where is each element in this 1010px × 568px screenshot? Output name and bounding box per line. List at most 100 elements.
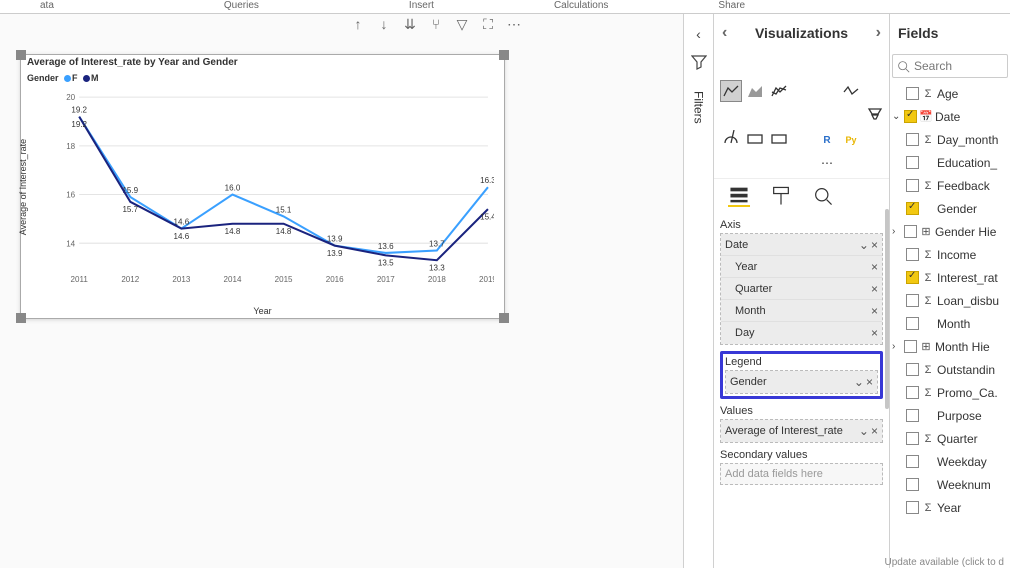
viz-type-icon[interactable] <box>840 80 862 102</box>
axis-well-item[interactable]: Quarter× <box>721 278 882 300</box>
viz-type-icon[interactable] <box>744 104 766 126</box>
chevron-down-icon[interactable]: ⌄ <box>854 375 864 389</box>
field-item[interactable]: Weekday <box>890 450 1010 473</box>
field-item[interactable]: ΣYear <box>890 496 1010 519</box>
viz-type-icon[interactable] <box>720 80 742 102</box>
viz-type-icon[interactable] <box>816 104 838 126</box>
field-group[interactable]: ›⊞Gender Hie <box>890 220 1010 243</box>
viz-type-icon[interactable] <box>744 80 766 102</box>
report-canvas[interactable]: ↑ ↓ ⇊ ⑂ ▽ ⛶ ⋯ Average of Interest_rate b… <box>0 14 684 568</box>
field-item[interactable]: Month <box>890 312 1010 335</box>
ribbon-tab[interactable]: ata <box>40 0 54 13</box>
ribbon-tab[interactable]: Insert <box>409 0 434 13</box>
field-checkbox[interactable] <box>904 225 917 238</box>
expand-down-icon[interactable]: ⇊ <box>402 16 418 32</box>
remove-icon[interactable]: × <box>871 326 878 340</box>
field-item[interactable]: ΣInterest_rat <box>890 266 1010 289</box>
filters-funnel-icon[interactable] <box>691 54 707 73</box>
focus-icon[interactable]: ⛶ <box>480 16 496 32</box>
ribbon-tab[interactable]: Queries <box>224 0 259 13</box>
values-well[interactable]: Average of Interest_rate ⌄× <box>720 419 883 443</box>
viz-type-icon[interactable]: 123 <box>744 128 766 150</box>
expand-chevron-icon[interactable]: ‹ <box>696 26 701 42</box>
field-checkbox[interactable] <box>906 317 919 330</box>
fields-search-input[interactable]: Search <box>892 54 1008 78</box>
field-item[interactable]: Education_ <box>890 151 1010 174</box>
filter-icon[interactable]: ▽ <box>454 16 470 32</box>
field-item[interactable]: ΣLoan_disbu <box>890 289 1010 312</box>
values-well-item[interactable]: Average of Interest_rate ⌄× <box>721 420 882 442</box>
axis-well[interactable]: Date ⌄× Year×Quarter×Month×Day× <box>720 233 883 345</box>
secondary-values-well[interactable]: Add data fields here <box>720 463 883 485</box>
field-checkbox[interactable] <box>906 248 919 261</box>
viz-type-icon[interactable] <box>792 104 814 126</box>
drill-down-icon[interactable]: ↓ <box>376 16 392 32</box>
viz-type-icon[interactable]: ⋯ <box>816 152 838 174</box>
branch-icon[interactable]: ⑂ <box>428 16 444 32</box>
axis-well-item[interactable]: Year× <box>721 256 882 278</box>
field-item[interactable]: ΣQuarter <box>890 427 1010 450</box>
field-checkbox[interactable] <box>906 386 919 399</box>
remove-icon[interactable]: × <box>871 282 878 296</box>
viz-type-icon[interactable]: Py <box>840 128 862 150</box>
filters-pane-label[interactable]: Filters <box>692 91 706 124</box>
format-mode-icon[interactable] <box>770 185 792 207</box>
field-checkbox[interactable] <box>906 478 919 491</box>
viz-type-icon[interactable] <box>768 128 790 150</box>
viz-type-icon[interactable] <box>720 152 742 174</box>
field-group[interactable]: ›⊞Month Hie <box>890 335 1010 358</box>
remove-icon[interactable]: × <box>871 424 878 438</box>
expand-chevron-icon[interactable]: › <box>876 24 881 42</box>
viz-type-icon[interactable] <box>792 152 814 174</box>
field-item[interactable]: ΣAge <box>890 82 1010 105</box>
status-bar[interactable]: Update available (click to d <box>884 557 1004 568</box>
viz-type-icon[interactable]: R <box>816 128 838 150</box>
viz-type-icon[interactable] <box>744 56 766 78</box>
viz-type-icon[interactable] <box>816 80 838 102</box>
viz-type-icon[interactable] <box>768 56 790 78</box>
line-chart-visual[interactable]: Average of Interest_rate by Year and Gen… <box>20 54 505 319</box>
field-checkbox[interactable] <box>906 179 919 192</box>
viz-type-icon[interactable] <box>768 152 790 174</box>
resize-handle[interactable] <box>16 313 26 323</box>
field-checkbox[interactable] <box>906 271 919 284</box>
remove-icon[interactable]: × <box>871 304 878 318</box>
field-item[interactable]: Weeknum <box>890 473 1010 496</box>
legend-well-item[interactable]: Gender ⌄× <box>726 371 877 393</box>
field-checkbox[interactable] <box>904 340 917 353</box>
more-icon[interactable]: ⋯ <box>506 16 522 32</box>
ribbon-tab[interactable]: Share <box>718 0 745 13</box>
field-checkbox[interactable] <box>906 156 919 169</box>
viz-type-icon[interactable] <box>768 104 790 126</box>
field-checkbox[interactable] <box>906 202 919 215</box>
field-checkbox[interactable] <box>906 133 919 146</box>
field-checkbox[interactable] <box>906 455 919 468</box>
viz-type-icon[interactable] <box>792 128 814 150</box>
resize-handle[interactable] <box>16 50 26 60</box>
viz-type-icon[interactable] <box>864 56 886 78</box>
resize-handle[interactable] <box>499 313 509 323</box>
collapse-chevron-icon[interactable]: ‹ <box>722 24 727 42</box>
scrollbar-thumb[interactable] <box>885 209 889 409</box>
chevron-down-icon[interactable]: ⌄ <box>859 424 869 438</box>
viz-type-icon[interactable] <box>864 128 886 150</box>
field-group[interactable]: ⌄📅Date <box>890 105 1010 128</box>
drill-up-icon[interactable]: ↑ <box>350 16 366 32</box>
field-item[interactable]: ΣFeedback <box>890 174 1010 197</box>
axis-well-item[interactable]: Month× <box>721 300 882 322</box>
viz-type-icon[interactable] <box>840 104 862 126</box>
ribbon-tab[interactable]: Calculations <box>554 0 608 13</box>
field-item[interactable]: ΣIncome <box>890 243 1010 266</box>
field-item[interactable]: ΣDay_month <box>890 128 1010 151</box>
viz-type-icon[interactable] <box>720 128 742 150</box>
field-item[interactable]: ΣPromo_Ca. <box>890 381 1010 404</box>
axis-well-header[interactable]: Date ⌄× <box>721 234 882 256</box>
remove-icon[interactable]: × <box>871 260 878 274</box>
field-checkbox[interactable] <box>906 87 919 100</box>
legend-well[interactable]: Gender ⌄× <box>725 370 878 394</box>
axis-well-item[interactable]: Day× <box>721 322 882 344</box>
viz-type-icon[interactable] <box>864 104 886 126</box>
analytics-mode-icon[interactable] <box>812 185 834 207</box>
viz-type-icon[interactable] <box>720 104 742 126</box>
viz-type-icon[interactable] <box>768 80 790 102</box>
